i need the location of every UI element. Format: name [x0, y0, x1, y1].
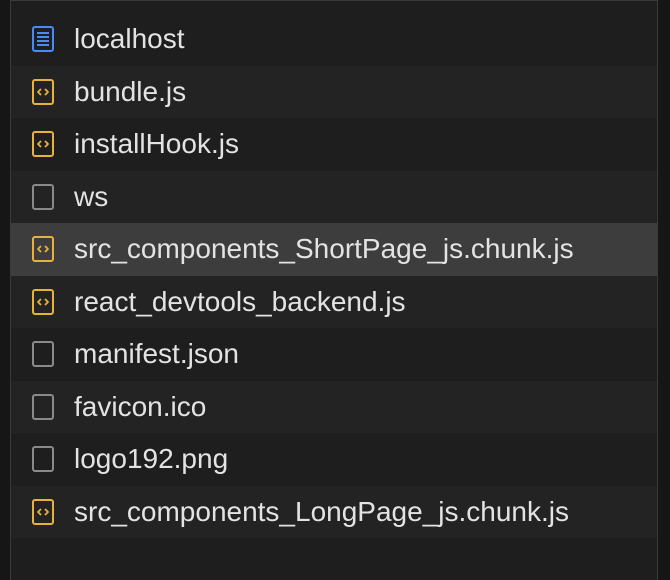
- request-row[interactable]: src_components_ShortPage_js.chunk.js: [11, 223, 657, 276]
- request-row[interactable]: installHook.js: [11, 118, 657, 171]
- request-name: src_components_LongPage_js.chunk.js: [74, 495, 569, 527]
- blank-file-icon: [32, 183, 54, 210]
- request-name: src_components_ShortPage_js.chunk.js: [74, 233, 574, 265]
- request-name: favicon.ico: [74, 390, 207, 422]
- network-request-list-panel: localhost bundle.js installHook.js ws src_co…: [10, 0, 658, 580]
- blank-file-icon: [32, 393, 54, 420]
- request-name: manifest.json: [74, 338, 239, 370]
- request-row[interactable]: manifest.json: [11, 328, 657, 381]
- request-row[interactable]: ws: [11, 170, 657, 223]
- request-row[interactable]: react_devtools_backend.js: [11, 275, 657, 328]
- blank-file-icon: [32, 341, 54, 368]
- request-name: localhost: [74, 23, 185, 55]
- script-icon: [32, 131, 54, 158]
- request-name: ws: [74, 180, 109, 212]
- request-name: react_devtools_backend.js: [74, 285, 406, 317]
- request-row[interactable]: favicon.ico: [11, 380, 657, 433]
- request-row[interactable]: localhost: [11, 13, 657, 66]
- script-icon: [32, 498, 54, 525]
- blank-file-icon: [32, 446, 54, 473]
- document-icon: [32, 26, 54, 53]
- request-row[interactable]: src_components_LongPage_js.chunk.js: [11, 485, 657, 538]
- request-name: logo192.png: [74, 443, 229, 475]
- script-icon: [32, 236, 54, 263]
- request-name: bundle.js: [74, 75, 187, 107]
- request-name: installHook.js: [74, 128, 239, 160]
- request-row[interactable]: bundle.js: [11, 65, 657, 118]
- request-row[interactable]: logo192.png: [11, 433, 657, 486]
- script-icon: [32, 288, 54, 315]
- request-list: localhost bundle.js installHook.js ws src_co…: [11, 13, 657, 538]
- script-icon: [32, 78, 54, 105]
